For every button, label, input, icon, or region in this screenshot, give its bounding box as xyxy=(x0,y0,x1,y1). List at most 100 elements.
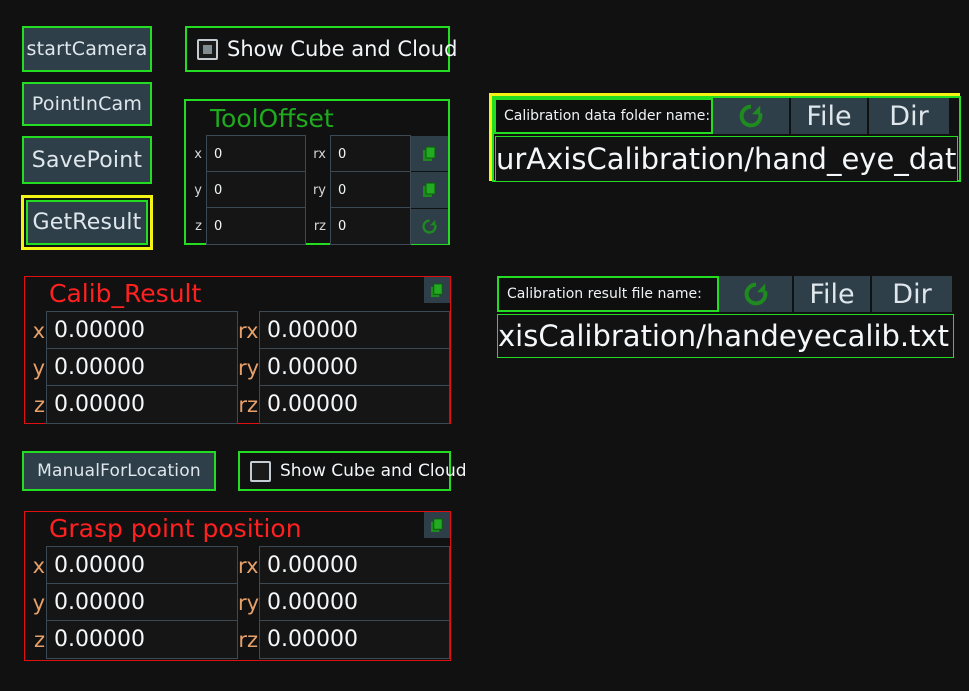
table-row: x 0.00000 xyxy=(25,546,238,585)
show-cube-and-cloud-checkbox-top[interactable]: Show Cube and Cloud xyxy=(185,26,457,72)
copy-icon xyxy=(430,282,443,297)
point-in-cam-label: PointInCam xyxy=(31,93,143,115)
calib-result-panel: Calib_Result x 0.00000 y 0.00000 z 0.000… xyxy=(24,276,451,424)
tool-offset-tag-x: x xyxy=(194,146,202,162)
calib-result-input-rz[interactable]: 0.00000 xyxy=(259,385,450,424)
table-row: y 0 xyxy=(186,171,306,209)
tool-offset-tag-z: z xyxy=(195,218,202,234)
grasp-point-panel: Grasp point position x 0.00000 y 0.00000… xyxy=(24,511,451,661)
table-row: ry 0.00000 xyxy=(238,583,450,622)
calibration-result-file-path: xisCalibration/handeyecalib.txt xyxy=(498,319,950,353)
dir-button-label: Dir xyxy=(892,278,932,310)
tool-offset-input-rz[interactable]: 0 xyxy=(330,207,411,245)
calibration-result-file-panel: Calibration result file name: File Dir x… xyxy=(497,276,954,360)
calibration-result-file-refresh-button[interactable] xyxy=(719,276,794,312)
table-row: y 0.00000 xyxy=(25,583,238,622)
table-row: ry 0 xyxy=(306,171,411,209)
checkbox-box-icon[interactable] xyxy=(250,460,271,482)
calibration-result-file-file-button[interactable]: File xyxy=(794,276,872,312)
dir-button-label: Dir xyxy=(889,100,929,132)
get-result-label: GetResult xyxy=(32,210,142,235)
start-camera-label: startCamera xyxy=(26,38,148,60)
refresh-icon xyxy=(744,282,767,306)
grasp-point-tag-y: y xyxy=(32,590,45,615)
copy-icon xyxy=(430,517,443,532)
calibration-data-folder-refresh-button[interactable] xyxy=(713,98,791,134)
grasp-point-input-x[interactable]: 0.00000 xyxy=(46,546,238,585)
grasp-point-tag-ry: ry xyxy=(238,590,259,615)
grasp-point-input-rx[interactable]: 0.00000 xyxy=(259,546,450,585)
table-row: rz 0.00000 xyxy=(238,385,450,424)
calib-result-title: Calib_Result xyxy=(49,279,202,308)
calib-result-copy-button[interactable] xyxy=(424,277,450,303)
calib-result-tag-y: y xyxy=(32,355,45,380)
tool-offset-panel: ToolOffset x 0 y 0 z 0 rx 0 ry 0 rz 0 xyxy=(184,99,450,245)
copy-icon xyxy=(422,182,435,197)
table-row: z 0 xyxy=(186,207,306,245)
grasp-point-tag-z: z xyxy=(33,627,45,652)
table-row: rz 0 xyxy=(306,207,411,245)
table-row: rz 0.00000 xyxy=(238,620,450,659)
tool-offset-refresh-button[interactable] xyxy=(411,208,448,244)
grasp-point-input-rz[interactable]: 0.00000 xyxy=(259,620,450,659)
calibration-result-file-label: Calibration result file name: xyxy=(497,276,719,312)
calib-result-tag-ry: ry xyxy=(238,355,259,380)
tool-offset-tag-rx: rx xyxy=(313,146,326,162)
tool-offset-tag-rz: rz xyxy=(313,218,326,234)
calibration-data-folder-path: urAxisCalibration/hand_eye_data xyxy=(496,142,958,176)
show-cube-and-cloud-label-top: Show Cube and Cloud xyxy=(227,37,458,61)
manual-for-location-label: ManualForLocation xyxy=(37,461,201,481)
tool-offset-copy-button-2[interactable] xyxy=(411,172,448,209)
tool-offset-input-rx[interactable]: 0 xyxy=(330,135,411,173)
table-row: x 0.00000 xyxy=(25,311,238,350)
show-cube-and-cloud-label-bottom: Show Cube and Cloud xyxy=(280,461,467,481)
save-point-button[interactable]: SavePoint xyxy=(22,136,152,184)
tool-offset-title: ToolOffset xyxy=(210,104,334,133)
tool-offset-input-z[interactable]: 0 xyxy=(206,207,306,245)
calib-result-input-y[interactable]: 0.00000 xyxy=(46,348,238,387)
table-row: x 0 xyxy=(186,135,306,173)
calibration-data-folder-dir-button[interactable]: Dir xyxy=(869,98,949,134)
show-cube-and-cloud-checkbox-bottom[interactable]: Show Cube and Cloud xyxy=(238,451,467,491)
grasp-point-input-ry[interactable]: 0.00000 xyxy=(259,583,450,622)
checkbox-box-icon[interactable] xyxy=(197,38,218,60)
grasp-point-copy-button[interactable] xyxy=(424,512,450,538)
refresh-icon xyxy=(739,104,763,128)
grasp-point-tag-rx: rx xyxy=(238,553,259,578)
grasp-point-title: Grasp point position xyxy=(49,514,302,543)
calibration-result-file-dir-button[interactable]: Dir xyxy=(872,276,952,312)
table-row: z 0.00000 xyxy=(25,620,238,659)
tool-offset-input-y[interactable]: 0 xyxy=(206,171,306,209)
calib-result-tag-x: x xyxy=(32,318,45,343)
grasp-point-tag-x: x xyxy=(32,553,45,578)
grasp-point-input-z[interactable]: 0.00000 xyxy=(46,620,238,659)
calib-result-input-z[interactable]: 0.00000 xyxy=(46,385,238,424)
tool-offset-input-x[interactable]: 0 xyxy=(206,135,306,173)
point-in-cam-button[interactable]: PointInCam xyxy=(22,82,152,126)
calib-result-input-rx[interactable]: 0.00000 xyxy=(259,311,450,350)
save-point-label: SavePoint xyxy=(31,147,143,173)
tool-offset-tag-ry: ry xyxy=(312,182,326,198)
copy-icon xyxy=(422,146,435,161)
file-button-label: File xyxy=(809,278,855,310)
calibration-data-folder-panel: Calibration data folder name: File Dir u… xyxy=(489,93,961,182)
calib-result-tag-rz: rz xyxy=(238,392,258,417)
calibration-data-folder-input[interactable]: urAxisCalibration/hand_eye_data xyxy=(495,136,958,182)
refresh-icon xyxy=(422,219,437,234)
calibration-result-file-input[interactable]: xisCalibration/handeyecalib.txt xyxy=(497,314,954,358)
tool-offset-copy-button-1[interactable] xyxy=(411,136,448,173)
get-result-button[interactable]: GetResult xyxy=(21,195,153,250)
calib-result-tag-z: z xyxy=(33,392,45,417)
manual-for-location-button[interactable]: ManualForLocation xyxy=(22,451,216,491)
file-button-label: File xyxy=(806,100,852,132)
calibration-data-folder-file-button[interactable]: File xyxy=(791,98,869,134)
tool-offset-input-ry[interactable]: 0 xyxy=(330,171,411,209)
table-row: rx 0 xyxy=(306,135,411,173)
calib-result-input-ry[interactable]: 0.00000 xyxy=(259,348,450,387)
table-row: ry 0.00000 xyxy=(238,348,450,387)
calib-result-input-x[interactable]: 0.00000 xyxy=(46,311,238,350)
calib-result-tag-rx: rx xyxy=(238,318,259,343)
start-camera-button[interactable]: startCamera xyxy=(22,26,152,72)
table-row: y 0.00000 xyxy=(25,348,238,387)
grasp-point-input-y[interactable]: 0.00000 xyxy=(46,583,238,622)
